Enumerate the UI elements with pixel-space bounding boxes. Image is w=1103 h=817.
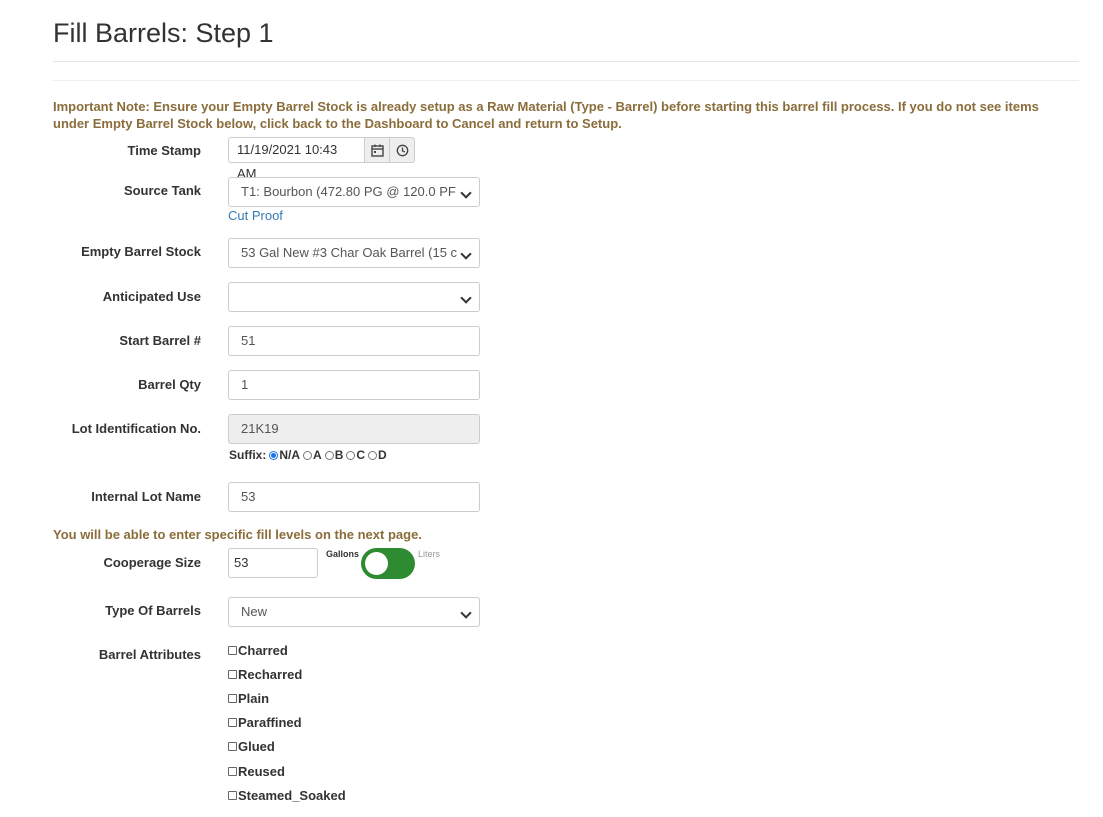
type-of-barrels-label: Type Of Barrels [105, 603, 201, 618]
checkbox[interactable] [228, 646, 237, 655]
source-tank-value: T1: Bourbon (472.80 PG @ 120.0 PF [241, 184, 456, 199]
anticipated-use-select[interactable] [228, 282, 480, 312]
suffix-option-b: B [334, 448, 344, 462]
attribute-label: Glued [238, 739, 275, 754]
cut-proof-link[interactable]: Cut Proof [228, 208, 283, 223]
calendar-icon [370, 144, 384, 157]
time-stamp-group: 11/19/2021 10:43 AM [228, 137, 415, 181]
attribute-reused[interactable]: Reused [228, 764, 285, 779]
chevron-down-icon [460, 607, 472, 619]
attribute-label: Plain [238, 691, 270, 706]
empty-barrel-stock-label: Empty Barrel Stock [81, 244, 201, 259]
attribute-steamed-soaked[interactable]: Steamed_Soaked [228, 788, 346, 803]
cooperage-size-input[interactable]: 53 [228, 548, 318, 578]
empty-barrel-stock-select[interactable]: 53 Gal New #3 Char Oak Barrel (15 c [228, 238, 480, 268]
attribute-label: Steamed_Soaked [238, 788, 346, 803]
attribute-label: Charred [238, 643, 288, 658]
barrel-attributes-label: Barrel Attributes [98, 647, 201, 662]
lot-id-label: Lot Identification No. [71, 421, 201, 436]
cooperage-size-label: Cooperage Size [103, 555, 201, 570]
start-barrel-input[interactable]: 51 [228, 326, 480, 356]
source-tank-select[interactable]: T1: Bourbon (472.80 PG @ 120.0 PF [228, 177, 480, 207]
attribute-recharred[interactable]: Recharred [228, 667, 302, 682]
internal-lot-name-input[interactable]: 53 [228, 482, 480, 512]
suffix-radio-c[interactable] [346, 450, 356, 460]
checkbox[interactable] [228, 670, 237, 679]
time-stamp-label: Time Stamp [127, 143, 201, 158]
attribute-paraffined[interactable]: Paraffined [228, 715, 302, 730]
attribute-label: Reused [238, 764, 285, 779]
suffix-radio-a[interactable] [303, 450, 313, 460]
source-tank-label: Source Tank [123, 183, 201, 198]
checkbox[interactable] [228, 767, 237, 776]
gallons-label: Gallons [326, 549, 360, 559]
liters-label: Liters [418, 549, 441, 559]
suffix-group: Suffix: N/A A B C D [229, 448, 387, 462]
checkbox[interactable] [228, 791, 237, 800]
time-stamp-input[interactable]: 11/19/2021 10:43 AM [228, 137, 365, 181]
suffix-radio-d[interactable] [368, 450, 378, 460]
barrel-qty-input[interactable]: 1 [228, 370, 480, 400]
suffix-option-d: D [378, 448, 387, 462]
suffix-radio-na[interactable] [269, 450, 279, 460]
empty-barrel-stock-value: 53 Gal New #3 Char Oak Barrel (15 c [241, 245, 458, 260]
checkbox[interactable] [228, 742, 237, 751]
lot-id-input[interactable]: 21K19 [228, 414, 480, 444]
chevron-down-icon [460, 187, 472, 199]
toggle-knob [365, 552, 388, 575]
chevron-down-icon [460, 248, 472, 260]
title-divider [53, 61, 1079, 62]
start-barrel-label: Start Barrel # [119, 333, 201, 348]
attribute-label: Paraffined [238, 715, 302, 730]
section-divider [53, 80, 1079, 81]
suffix-radio-b[interactable] [324, 450, 334, 460]
internal-lot-name-label: Internal Lot Name [91, 489, 201, 504]
type-of-barrels-select[interactable]: New [228, 597, 480, 627]
clock-icon [396, 144, 408, 156]
chevron-down-icon [460, 292, 472, 304]
fill-levels-note: You will be able to enter specific fill … [53, 527, 422, 542]
suffix-option-na: N/A [279, 448, 301, 462]
type-of-barrels-value: New [241, 604, 268, 619]
attribute-charred[interactable]: Charred [228, 643, 288, 658]
suffix-option-c: C [356, 448, 366, 462]
calendar-button[interactable] [365, 137, 390, 163]
attribute-label: Recharred [238, 667, 303, 682]
barrel-qty-label: Barrel Qty [138, 377, 201, 392]
suffix-label: Suffix: [229, 448, 267, 462]
important-note: Important Note: Ensure your Empty Barrel… [53, 99, 1039, 131]
unit-toggle[interactable] [361, 548, 415, 579]
anticipated-use-label: Anticipated Use [102, 289, 201, 304]
checkbox[interactable] [228, 694, 237, 703]
checkbox[interactable] [228, 718, 237, 727]
suffix-option-a: A [313, 448, 322, 462]
clock-button[interactable] [390, 137, 415, 163]
attribute-glued[interactable]: Glued [228, 739, 275, 754]
attribute-plain[interactable]: Plain [228, 691, 269, 706]
page-title: Fill Barrels: Step 1 [53, 18, 274, 48]
